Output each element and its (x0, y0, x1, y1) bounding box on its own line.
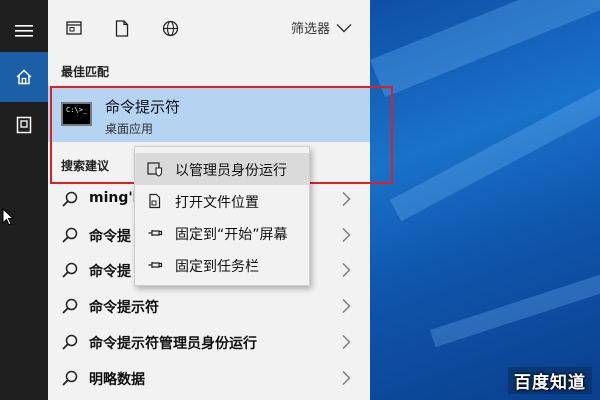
chevron-down-icon (336, 23, 352, 32)
chevron-right-icon[interactable] (340, 298, 352, 314)
web-filter-button[interactable] (158, 16, 182, 40)
documents-button[interactable] (0, 100, 48, 150)
context-menu: 以管理员身份运行 打开文件位置 固定到“开始”屏幕 固定到任务栏 (134, 146, 310, 286)
suggestion-label: 命令提 (89, 229, 131, 245)
desktop-wallpaper: 百度知道 (370, 0, 600, 400)
globe-icon (162, 20, 178, 36)
menu-item-pin-start[interactable]: 固定到“开始”屏幕 (135, 217, 309, 249)
best-match-heading: 最佳匹配 (61, 65, 110, 79)
suggestion-label: 命令提示符 (89, 300, 159, 316)
menu-item-label: 打开文件位置 (175, 195, 259, 211)
menu-item-open-location[interactable]: 打开文件位置 (135, 185, 309, 217)
home-icon (16, 69, 32, 85)
hamburger-menu-button[interactable] (0, 6, 48, 56)
filter-label: 筛选器 (291, 22, 331, 37)
chevron-right-icon[interactable] (340, 370, 352, 386)
suggestion-item[interactable]: 命令提示符管理员身份运行 (48, 325, 370, 359)
chevron-right-icon[interactable] (340, 334, 352, 350)
filter-dropdown[interactable]: 筛选器 (291, 18, 352, 37)
app-window-icon (66, 21, 82, 35)
chevron-right-icon[interactable] (340, 227, 352, 243)
chevron-right-icon[interactable] (340, 262, 352, 278)
suggestion-label: 命令提示符管理员身份运行 (89, 336, 257, 352)
file-icon (149, 193, 161, 209)
menu-item-label: 固定到任务栏 (175, 259, 259, 275)
start-left-rail (0, 0, 48, 400)
menu-item-pin-taskbar[interactable]: 固定到任务栏 (135, 249, 309, 281)
suggestion-label: ming'l (89, 190, 138, 206)
documents-filter-button[interactable] (110, 16, 134, 40)
watermark-logo: 百度知道 (508, 367, 592, 394)
search-icon (62, 370, 78, 386)
search-icon (62, 191, 78, 207)
search-icon (62, 227, 78, 243)
mouse-cursor (2, 208, 14, 226)
search-icon (62, 262, 78, 278)
home-button[interactable] (0, 52, 48, 102)
suggestion-item[interactable]: 明略数据 (48, 361, 370, 395)
menu-item-label: 固定到“开始”屏幕 (175, 227, 288, 243)
notebook-icon (16, 116, 32, 134)
search-icon (62, 298, 78, 314)
chevron-right-icon[interactable] (340, 191, 352, 207)
search-topbar: 筛选器 (48, 0, 370, 56)
search-icon (62, 334, 78, 350)
menu-item-run-as-admin[interactable]: 以管理员身份运行 (135, 153, 309, 185)
suggestion-label: 明略数据 (89, 372, 145, 388)
pin-icon (148, 230, 163, 236)
menu-item-label: 以管理员身份运行 (175, 163, 287, 179)
shield-icon (147, 162, 163, 177)
hamburger-icon (15, 25, 33, 37)
suggestion-item[interactable]: 命令提示符 (48, 289, 370, 323)
suggestion-label: 命令提 (89, 264, 131, 280)
apps-filter-button[interactable] (62, 16, 86, 40)
document-icon (115, 19, 129, 37)
pin-icon (148, 262, 163, 268)
